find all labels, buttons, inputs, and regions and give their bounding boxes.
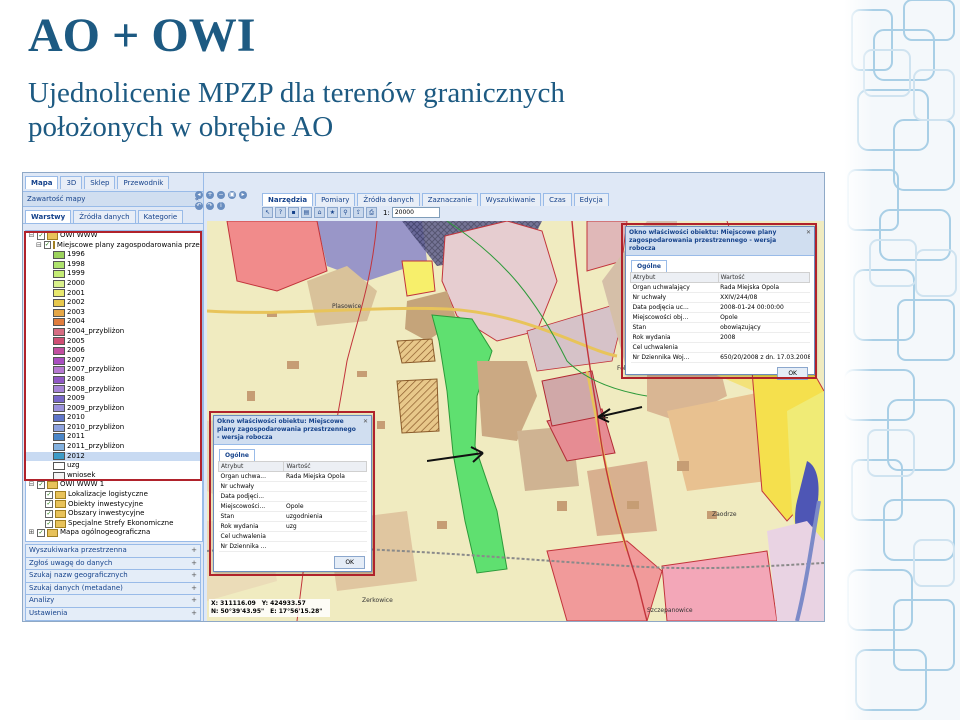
next-view-icon[interactable]: ↷ [206,202,214,210]
accordion-zglos-uwage[interactable]: Zgłoś uwagę do danych + [25,557,201,571]
layer-checkbox[interactable]: ✓ [37,481,45,490]
tab-kategorie[interactable]: Kategorie [137,210,184,223]
coord-n: N: 50°39'43.95" [211,608,265,615]
tree-item[interactable]: ✓ Obszary inwestycyjne [26,509,202,519]
tree-item-label: Obiekty inwestycyjne [68,499,143,508]
arrow-left-popup [427,446,484,463]
map-label-szczepanowice: Szczepanowice [647,607,693,614]
select-icon[interactable]: ↖ [262,207,273,218]
open-icon[interactable]: ▤ [301,207,312,218]
layer-checkbox[interactable]: ✓ [45,490,53,499]
zoom-extent-icon[interactable]: ▣ [228,191,236,199]
expand-icon: + [191,546,197,554]
link-icon[interactable]: ⚲ [340,207,351,218]
tab-zrodla-danych[interactable]: Źródła danych [73,210,136,223]
tab-warstwy[interactable]: Warstwy [25,210,72,223]
decorative-pattern [844,0,960,720]
tree-item-label: Obszary inwestycyjne [68,509,145,518]
identify-icon[interactable]: ? [275,207,286,218]
map-label-plasowice: Plasowice [332,303,362,310]
slide-subtitle-line1: Ujednolicenie MPZP dla terenów graniczny… [28,77,565,109]
tab-edycja[interactable]: Edycja [573,193,609,206]
accordion: Wyszukiwarka przestrzenna + Zgłoś uwagę d… [25,544,201,621]
map-content-header: Zawartość mapy « [23,192,203,207]
tab-zrodla[interactable]: Źródła danych [357,193,420,206]
cursor-icon: ✛ [601,414,609,424]
previous-view-icon[interactable]: ↶ [195,202,203,210]
map-label-zaodrze: Zaodrze [712,511,737,518]
accordion-wyszukiwarka[interactable]: Wyszukiwarka przestrzenna + [25,544,201,558]
map-label-zerkowice: Zerkowice [362,597,393,604]
expand-toggle-icon[interactable]: ⊞ [28,528,35,538]
navigation-tools: ◂ + − ▣ ▸ ↶ ↷ i [195,191,253,210]
zoom-in-icon[interactable]: + [206,191,214,199]
scale-label: 1: [383,208,390,217]
accordion-szukaj-danych[interactable]: Szukaj danych (metadane) + [25,582,201,596]
zoom-out-icon[interactable]: − [217,191,225,199]
folder-icon [55,490,66,499]
tree-item[interactable]: ⊟ ✓ OWI WWW 1 [26,480,202,490]
tree-item-label: Mapa ogólnogeograficzna [60,528,151,537]
slide-subtitle: Ujednolicenie MPZP dla terenów graniczny… [28,76,565,144]
expand-icon: + [191,571,197,580]
tab-narzedzia[interactable]: Narzędzia [262,193,314,206]
tab-pomiary[interactable]: Pomiary [315,193,356,206]
highlight-frame-popup-right [621,223,817,379]
accordion-analizy[interactable]: Analizy + [25,595,201,608]
expand-toggle-icon[interactable]: ⊟ [28,480,35,490]
info-icon[interactable]: i [217,202,225,210]
tree-item[interactable]: ⊞ ✓ Mapa ogólnogeograficzna [26,528,202,538]
tab-czas[interactable]: Czas [543,193,572,206]
folder-icon [47,529,58,538]
tab-3d[interactable]: 3D [60,176,83,189]
tools-toolbar: ↖ ? ▪ ▤ ⌂ ★ ⚲ ⇪ ⎙ 1: [262,207,440,218]
expand-icon: + [191,608,197,617]
save-icon[interactable]: ▪ [288,207,299,218]
accordion-ustawienia[interactable]: Ustawienia + [25,607,201,621]
accordion-szukaj-nazw[interactable]: Szukaj nazw geograficznych + [25,570,201,583]
highlight-frame-popup-left [209,411,375,576]
folder-icon [47,481,58,490]
highlight-frame-legend [24,231,202,481]
gis-application: Mapa 3D Sklep Przewodnik Zawartość mapy … [22,172,825,622]
layer-checkbox[interactable]: ✓ [45,500,53,509]
tab-przewodnik[interactable]: Przewodnik [117,176,170,189]
pan-right-icon[interactable]: ▸ [239,191,247,199]
tree-item-label: Specjalne Strefy Ekonomiczne [68,518,174,527]
folder-icon [55,519,66,528]
scale-input[interactable] [391,207,440,218]
tree-item-label: Lokalizacje logistyczne [68,490,148,499]
folder-icon [55,510,66,519]
coord-y: Y: 424933.57 [261,600,306,607]
layer-checkbox[interactable]: ✓ [45,519,53,528]
layers-tabs: Warstwy Źródła danych Kategorie [23,207,203,224]
map-content-title: Zawartość mapy [27,195,86,203]
coord-x: X: 311116.09 [211,600,256,607]
home-icon[interactable]: ⌂ [314,207,325,218]
export-icon[interactable]: ⇪ [353,207,364,218]
expand-icon: + [191,583,197,592]
expand-icon: + [191,558,197,567]
tab-sklep[interactable]: Sklep [84,176,116,189]
layer-checkbox[interactable]: ✓ [45,510,53,519]
toolbar-tabs: Narzędzia Pomiary Źródła danych Zaznacza… [262,193,609,206]
bookmark-icon[interactable]: ★ [327,207,338,218]
coordinates-readout: X: 311116.09 Y: 424933.57 N: 50°39'43.95"… [209,599,331,617]
tree-item[interactable]: ✓ Specjalne Strefy Ekonomiczne [26,519,202,529]
print-icon[interactable]: ⎙ [366,207,377,218]
tab-zaznaczanie[interactable]: Zaznaczanie [421,193,478,206]
top-tabs: Mapa 3D Sklep Przewodnik [23,173,203,192]
tree-item-label: OWI WWW 1 [60,480,105,489]
tab-mapa[interactable]: Mapa [25,176,59,189]
expand-icon: + [191,596,197,605]
slide-subtitle-line2: położonych w obrębie AO [28,111,334,143]
tree-item[interactable]: ✓ Obiekty inwestycyjne [26,500,202,510]
coord-e: E: 17°56'15.28" [270,608,323,615]
tree-item[interactable]: ✓ Lokalizacje logistyczne [26,490,202,500]
slide-title: AO + OWI [28,9,256,62]
tab-wyszukiwanie[interactable]: Wyszukiwanie [479,193,542,206]
folder-icon [55,500,66,509]
layer-checkbox[interactable]: ✓ [37,529,45,538]
pan-left-icon[interactable]: ◂ [195,191,203,199]
